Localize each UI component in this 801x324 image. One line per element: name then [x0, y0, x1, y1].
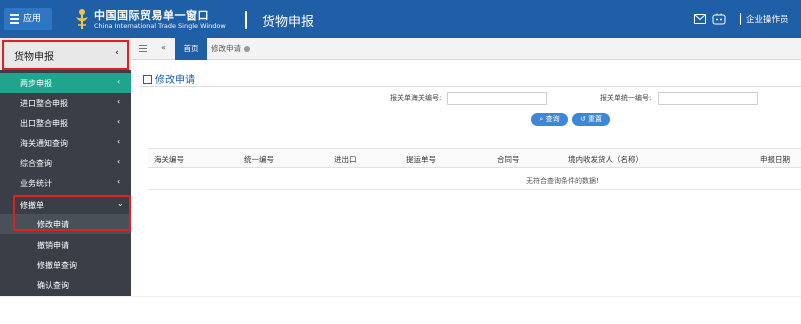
top-header: 应用 中国国际贸易单一窗口 China International Trade …	[0, 0, 801, 38]
sidebar-item-import[interactable]: 进口整合申报 ‹	[0, 93, 131, 113]
table-empty-row	[148, 168, 801, 190]
column-header[interactable]: 申报日期	[760, 154, 790, 165]
sidebar-subitem-label: 确认查询	[37, 281, 69, 290]
logo-title-cn: 中国国际贸易单一窗口	[94, 9, 209, 22]
chevron-left-icon: ‹	[117, 77, 121, 86]
sidebar-subitem-modify-revoke-query[interactable]: 修撤单查询	[0, 255, 131, 275]
reset-button-label: 重置	[588, 115, 603, 123]
sidebar-item-export[interactable]: 出口整合申报 ‹	[0, 113, 131, 133]
column-header[interactable]: 境内收发货人（名称）	[568, 154, 643, 165]
sidebar-item-label: 进口整合申报	[20, 99, 68, 108]
reset-icon: ↺	[579, 115, 586, 123]
sidebar: 货物申报 ‹ 两步申报 ‹ 进口整合申报 ‹ 出口整合申报 ‹ 海关通知查询 ‹…	[0, 38, 131, 296]
unified-no-label: 报关单统一编号:	[600, 94, 652, 102]
sidebar-item-statistics[interactable]: 业务统计 ‹	[0, 173, 131, 193]
header-divider	[245, 11, 247, 29]
edit-icon	[143, 75, 152, 84]
highlight-box-sidebar-header	[2, 40, 129, 70]
chevron-left-icon: ‹	[117, 97, 121, 106]
chevron-left-icon: ‹	[117, 137, 121, 146]
chevron-left-icon: ‹	[117, 117, 121, 126]
notification-icon[interactable]	[712, 13, 726, 25]
app-root: 应用 中国国际贸易单一窗口 China International Trade …	[0, 0, 801, 324]
chevron-left-icon: ‹	[117, 177, 121, 186]
column-header[interactable]: 海关编号	[154, 154, 184, 165]
tab-modify-request[interactable]: 修改申请	[211, 38, 250, 60]
page-title-text: 修改申请	[155, 75, 195, 86]
sidebar-subitem-revoke-request[interactable]: 撤销申请	[0, 235, 131, 255]
unified-no-input[interactable]	[658, 92, 758, 105]
header-divider-2	[740, 13, 741, 25]
column-header[interactable]: 进出口	[334, 154, 357, 165]
hamburger-icon	[10, 12, 19, 26]
sidebar-subitem-confirm-query[interactable]: 确认查询	[0, 275, 131, 295]
tab-home[interactable]: 首页	[175, 38, 207, 60]
chevron-left-icon: ‹	[117, 157, 121, 166]
column-header[interactable]: 合同号	[497, 154, 520, 165]
sidebar-item-label: 海关通知查询	[20, 139, 68, 148]
sidebar-subitem-label: 修撤单查询	[37, 261, 77, 270]
sidebar-item-label: 业务统计	[20, 179, 52, 188]
sidebar-item-general-query[interactable]: 综合查询 ‹	[0, 153, 131, 173]
double-chevron-left-icon[interactable]: «	[161, 43, 166, 52]
query-button-label: 查询	[545, 115, 560, 123]
column-header[interactable]: 提运单号	[406, 154, 436, 165]
query-button[interactable]: ⌕ 查询	[531, 113, 568, 126]
sidebar-item-label: 出口整合申报	[20, 119, 68, 128]
app-menu-label: 应用	[23, 14, 42, 24]
tab-label: 修改申请	[211, 44, 241, 53]
mail-icon[interactable]	[694, 14, 706, 24]
close-icon[interactable]	[244, 46, 250, 52]
sidebar-item-label: 两步申报	[20, 79, 52, 88]
sidebar-item-customs-notice[interactable]: 海关通知查询 ‹	[0, 133, 131, 153]
logo-title-en: China International Trade Single Window	[94, 22, 226, 30]
menu-toggle-icon[interactable]	[139, 45, 147, 54]
bottom-strip	[0, 296, 801, 324]
sidebar-subitem-label: 撤销申请	[37, 241, 69, 250]
tab-bar: « 首页 修改申请	[131, 38, 801, 60]
sidebar-item-label: 综合查询	[20, 159, 52, 168]
sidebar-item-two-step[interactable]: 两步申报 ‹	[0, 73, 131, 93]
user-role-label[interactable]: 企业操作员	[746, 13, 789, 25]
empty-message: 无符合查询条件的数据!	[526, 177, 599, 185]
app-menu-button[interactable]: 应用	[4, 8, 52, 30]
search-icon: ⌕	[539, 115, 544, 123]
title-divider	[140, 86, 801, 87]
customs-no-label: 报关单海关编号:	[390, 94, 442, 102]
emblem-logo-icon	[76, 9, 88, 29]
results-table-header: 海关编号 统一编号 进出口 提运单号 合同号 境内收发货人（名称） 申报日期	[148, 148, 801, 168]
column-header[interactable]: 统一编号	[244, 154, 274, 165]
customs-no-input[interactable]	[447, 92, 547, 105]
page-title: 修改申请	[143, 71, 195, 86]
module-title: 货物申报	[262, 15, 315, 30]
highlight-box-modify-section	[13, 195, 131, 231]
reset-button[interactable]: ↺ 重置	[572, 113, 610, 126]
